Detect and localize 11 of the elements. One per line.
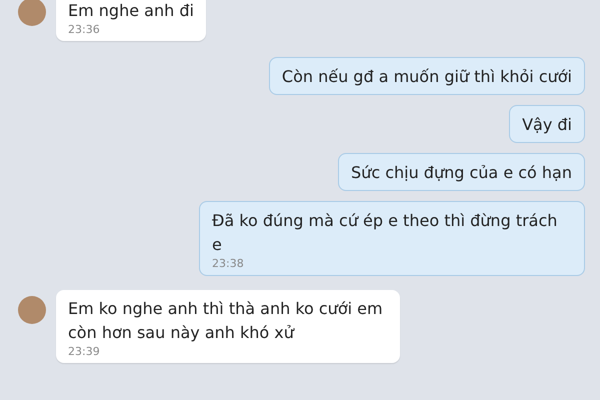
- avatar-placeholder: [18, 0, 46, 26]
- avatar-placeholder: [18, 296, 46, 324]
- message-time: 23:36: [68, 23, 101, 36]
- message-text: Sức chịu đựng của e có hạn: [351, 162, 572, 184]
- message-text: Đã ko đúng mà cứ ép e theo thì đừng trách e: [212, 210, 558, 256]
- message-text: Em ko nghe anh thì thà anh ko cưới em còn hơn sau này anh khó xử: [68, 298, 384, 344]
- message-time: 23:39: [68, 345, 101, 358]
- message-text: Em nghe anh đi: [68, 0, 194, 22]
- message-text: Vậy đi: [522, 114, 572, 136]
- message-text: Còn nếu gđ a muốn giữ thì khỏi cưới: [282, 66, 572, 88]
- message-time: 23:38: [212, 257, 245, 270]
